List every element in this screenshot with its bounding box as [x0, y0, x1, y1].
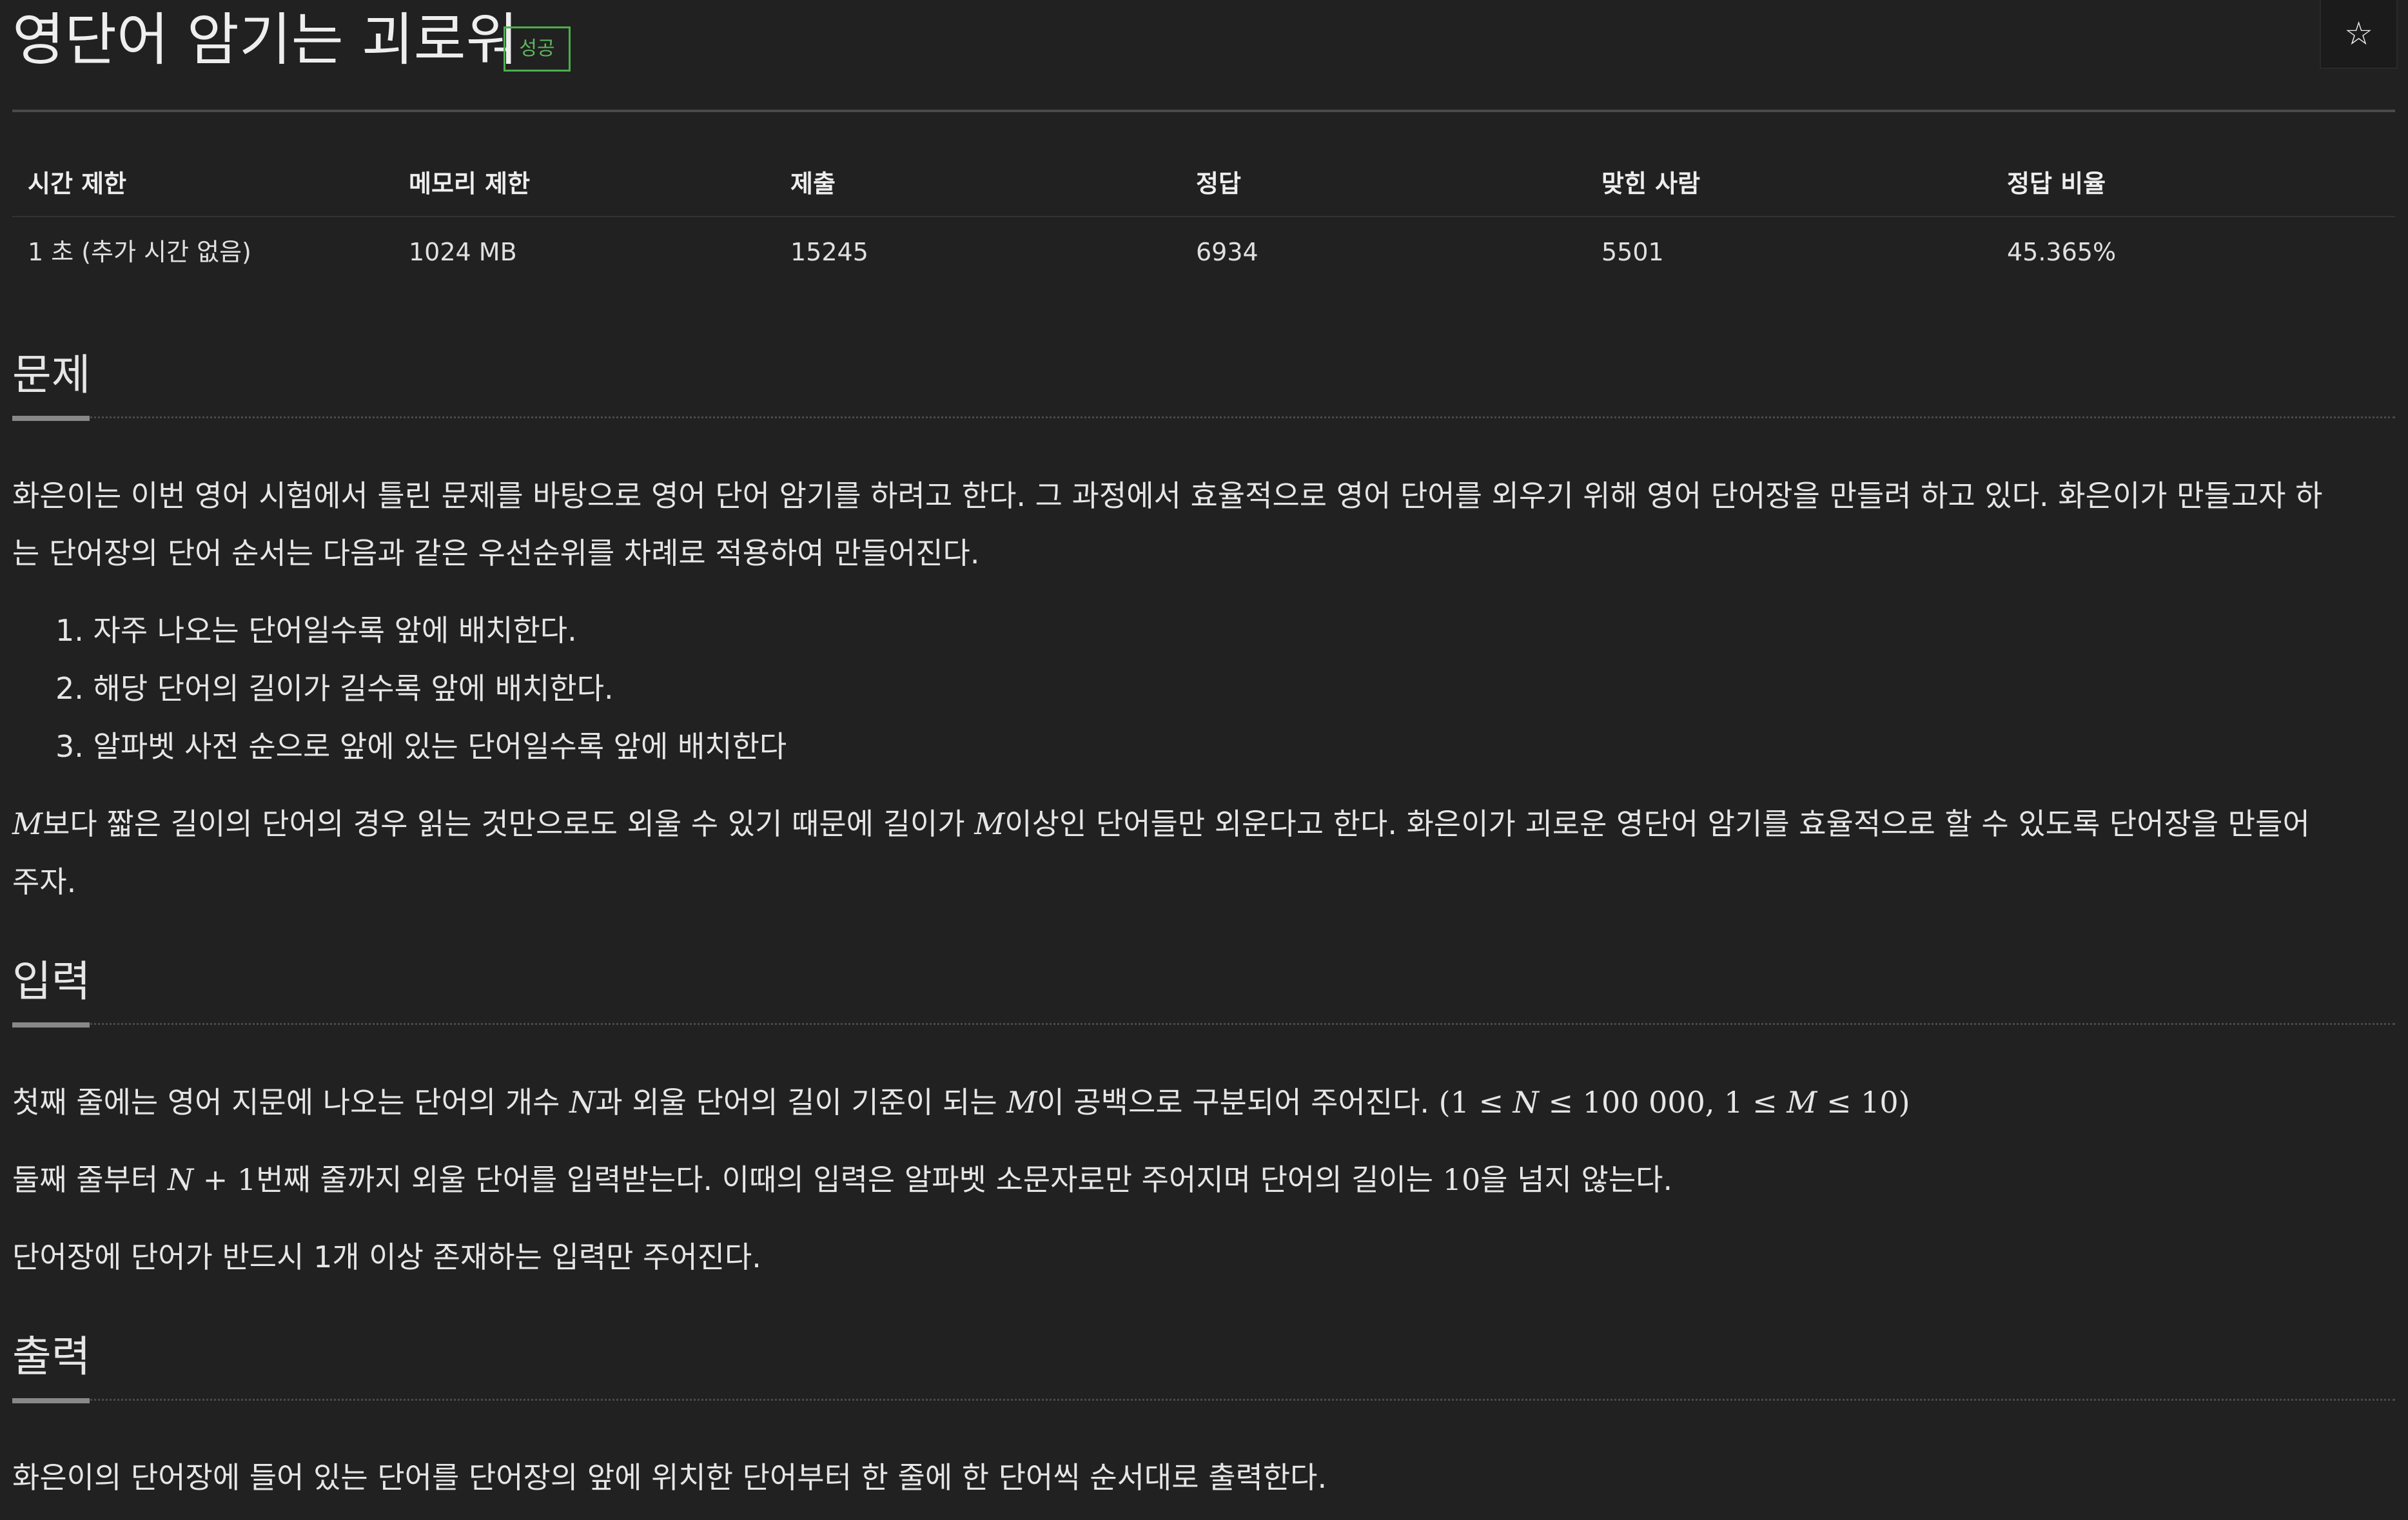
td-ratio: 45.365% — [2007, 238, 2117, 266]
input-heading: 입력 — [12, 957, 91, 1006]
status-badge: 성공 — [504, 26, 571, 72]
problem-text-line-1: 화은이는 이번 영어 시험에서 틀린 문제를 바탕으로 영어 단어 암기를 하려… — [12, 478, 2323, 513]
input-text-line-2: 둘째 줄부터 N + 1번째 줄까지 외울 단어를 입력받는다. 이때의 입력은… — [12, 1151, 1672, 1209]
input-divider — [12, 1023, 2395, 1025]
th-solvers: 맞힌 사람 — [1601, 170, 1701, 198]
page-title: 영단어 암기는 괴로워 — [12, 6, 518, 73]
problem-heading: 문제 — [12, 350, 91, 400]
star-icon: ☆ — [2344, 15, 2373, 52]
input-heading-underline — [12, 1022, 90, 1028]
problem-text-line-2: 는 단어장의 단어 순서는 다음과 같은 우선순위를 차례로 적용하여 만들어진… — [12, 536, 980, 570]
math-range-part: ≤ 10) — [1817, 1085, 1910, 1120]
th-accepted: 정답 — [1196, 170, 1241, 198]
problem-divider — [12, 416, 2395, 418]
table-header-divider — [12, 216, 2395, 217]
th-memory-limit: 메모리 제한 — [409, 170, 531, 198]
td-accepted: 6934 — [1196, 238, 1258, 266]
rule-item-3: 3. 알파벳 사전 순으로 앞에 있는 단어일수록 앞에 배치한다 — [55, 729, 787, 764]
input-text-fragment: 번째 줄까지 외울 단어를 입력받는다. 이때의 입력은 알파벳 소문자로만 주… — [256, 1162, 1443, 1197]
input-text-fragment: 이 공백으로 구분되어 주어진다. — [1037, 1085, 1439, 1120]
math-var-m: M — [12, 806, 43, 841]
input-text-fragment: 둘째 줄부터 — [12, 1162, 168, 1197]
td-memory-limit: 1024 MB — [409, 238, 517, 266]
star-button[interactable]: ☆ — [2320, 0, 2398, 69]
math-var-m: M — [974, 806, 1005, 841]
header-divider — [12, 110, 2395, 112]
problem-text-fragment: 이상인 단어들만 외운다고 한다. 화은이가 괴로운 영단어 암기를 효율적으로… — [1004, 806, 2310, 841]
input-text-fragment: 을 넘지 않는다. — [1480, 1162, 1673, 1197]
rule-item-2: 2. 해당 단어의 길이가 길수록 앞에 배치한다. — [55, 671, 614, 706]
math-var-n: N — [167, 1162, 194, 1197]
output-divider — [12, 1399, 2395, 1401]
math-number: 10 — [1442, 1162, 1481, 1197]
math-range-part: (1 ≤ — [1438, 1085, 1513, 1120]
math-var-m: M — [1006, 1085, 1037, 1120]
output-heading-underline — [12, 1398, 90, 1403]
rule-item-1: 1. 자주 나오는 단어일수록 앞에 배치한다. — [55, 613, 577, 648]
output-heading: 출력 — [12, 1332, 91, 1381]
input-text-fragment: 첫째 줄에는 영어 지문에 나오는 단어의 개수 — [12, 1085, 570, 1120]
problem-text-line-3: M보다 짧은 길이의 단어의 경우 읽는 것만으로도 외울 수 있기 때문에 길… — [12, 795, 2310, 853]
problem-text-fragment: 보다 짧은 길이의 단어의 경우 읽는 것만으로도 외울 수 있기 때문에 길이… — [43, 806, 975, 841]
output-text-line-1: 화은이의 단어장에 들어 있는 단어를 단어장의 앞에 위치한 단어부터 한 줄… — [12, 1460, 1327, 1495]
th-time-limit: 시간 제한 — [28, 170, 127, 198]
td-submissions: 15245 — [790, 238, 868, 266]
input-text-line-3: 단어장에 단어가 반드시 1개 이상 존재하는 입력만 주어진다. — [12, 1240, 761, 1274]
problem-page: 영단어 암기는 괴로워 성공 ☆ 시간 제한 메모리 제한 제출 정답 맞힌 사… — [0, 0, 2408, 1520]
problem-heading-underline — [12, 416, 90, 421]
problem-text-line-4: 주자. — [12, 864, 77, 899]
input-text-line-1: 첫째 줄에는 영어 지문에 나오는 단어의 개수 N과 외울 단어의 길이 기준… — [12, 1073, 1910, 1131]
math-var-n: N — [1512, 1085, 1539, 1120]
math-var-n: N — [569, 1085, 596, 1120]
th-ratio: 정답 비율 — [2007, 170, 2106, 198]
math-var-m: M — [1786, 1085, 1817, 1120]
td-solvers: 5501 — [1601, 238, 1664, 266]
th-submissions: 제출 — [790, 170, 836, 198]
math-range: (1 ≤ N ≤ 100 000, 1 ≤ M ≤ 10) — [1439, 1085, 1910, 1120]
math-range-part: ≤ 100 000, 1 ≤ — [1538, 1085, 1787, 1120]
math-plus-one: + 1 — [193, 1162, 257, 1197]
td-time-limit: 1 초 (추가 시간 없음) — [28, 238, 251, 266]
input-text-fragment: 과 외울 단어의 길이 기준이 되는 — [595, 1085, 1007, 1120]
